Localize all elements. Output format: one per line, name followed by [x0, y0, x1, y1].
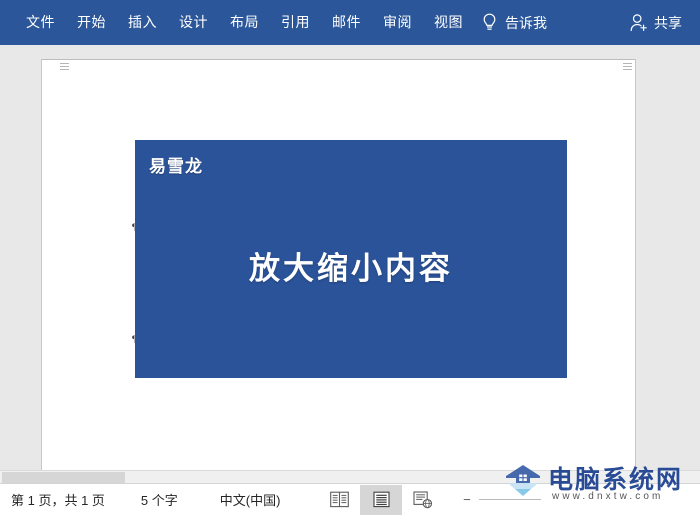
print-layout-icon	[373, 491, 390, 508]
picture-watermark-text: 易雪龙	[149, 157, 203, 177]
tab-references[interactable]: 引用	[270, 9, 321, 36]
web-layout-icon	[413, 490, 433, 508]
zoom-slider-track[interactable]	[479, 499, 542, 500]
ribbon-inner: 文件 开始 插入 设计 布局 引用 邮件 审阅 视图 告诉我 共享	[0, 0, 700, 45]
status-bar: 第 1 页，共 1 页 5 个字 中文(中国) −	[0, 483, 700, 515]
ribbon-right-group: 共享	[597, 7, 700, 39]
document-page[interactable]: ¶ ¶ 易雪龙 放大缩小内容	[41, 59, 636, 479]
tab-layout[interactable]: 布局	[219, 9, 270, 36]
status-word-count[interactable]: 5 个字	[141, 490, 178, 509]
tell-me-button[interactable]: 告诉我	[474, 7, 555, 39]
tell-me-label: 告诉我	[505, 14, 547, 31]
status-page-info[interactable]: 第 1 页，共 1 页	[11, 490, 105, 509]
tab-home[interactable]: 开始	[66, 9, 117, 36]
lightbulb-icon	[482, 13, 497, 32]
view-print-layout[interactable]	[360, 484, 403, 515]
ribbon-tab-bar: 文件 开始 插入 设计 布局 引用 邮件 审阅 视图 告诉我 共享	[0, 0, 700, 45]
word-window: 文件 开始 插入 设计 布局 引用 邮件 审阅 视图 告诉我 共享 易雪龙 放大…	[0, 0, 700, 515]
picture-title-text: 放大缩小内容	[249, 251, 453, 287]
horizontal-scrollbar[interactable]	[0, 470, 700, 483]
tab-review[interactable]: 审阅	[372, 9, 423, 36]
inserted-picture[interactable]: 易雪龙 放大缩小内容	[135, 140, 567, 378]
share-button[interactable]: 共享	[619, 7, 686, 39]
zoom-out-button[interactable]: −	[458, 491, 475, 508]
tab-design[interactable]: 设计	[168, 9, 219, 36]
horizontal-scrollbar-thumb[interactable]	[2, 472, 125, 483]
tab-mailings[interactable]: 邮件	[321, 9, 372, 36]
margin-marker-top-right	[623, 62, 632, 71]
document-workspace[interactable]: ¶ ¶ 易雪龙 放大缩小内容	[0, 45, 700, 479]
view-read-mode[interactable]	[318, 485, 360, 515]
tab-insert[interactable]: 插入	[117, 9, 168, 36]
share-label: 共享	[654, 14, 682, 31]
status-language[interactable]: 中文(中国)	[220, 490, 281, 509]
person-add-icon	[629, 13, 650, 32]
view-mode-group	[318, 484, 444, 515]
tab-view[interactable]: 视图	[423, 9, 474, 36]
tab-file[interactable]: 文件	[14, 9, 66, 36]
view-web-layout[interactable]	[402, 485, 444, 515]
margin-marker-top-left	[60, 62, 69, 71]
read-mode-icon	[330, 491, 349, 508]
zoom-control[interactable]: −	[458, 491, 542, 508]
